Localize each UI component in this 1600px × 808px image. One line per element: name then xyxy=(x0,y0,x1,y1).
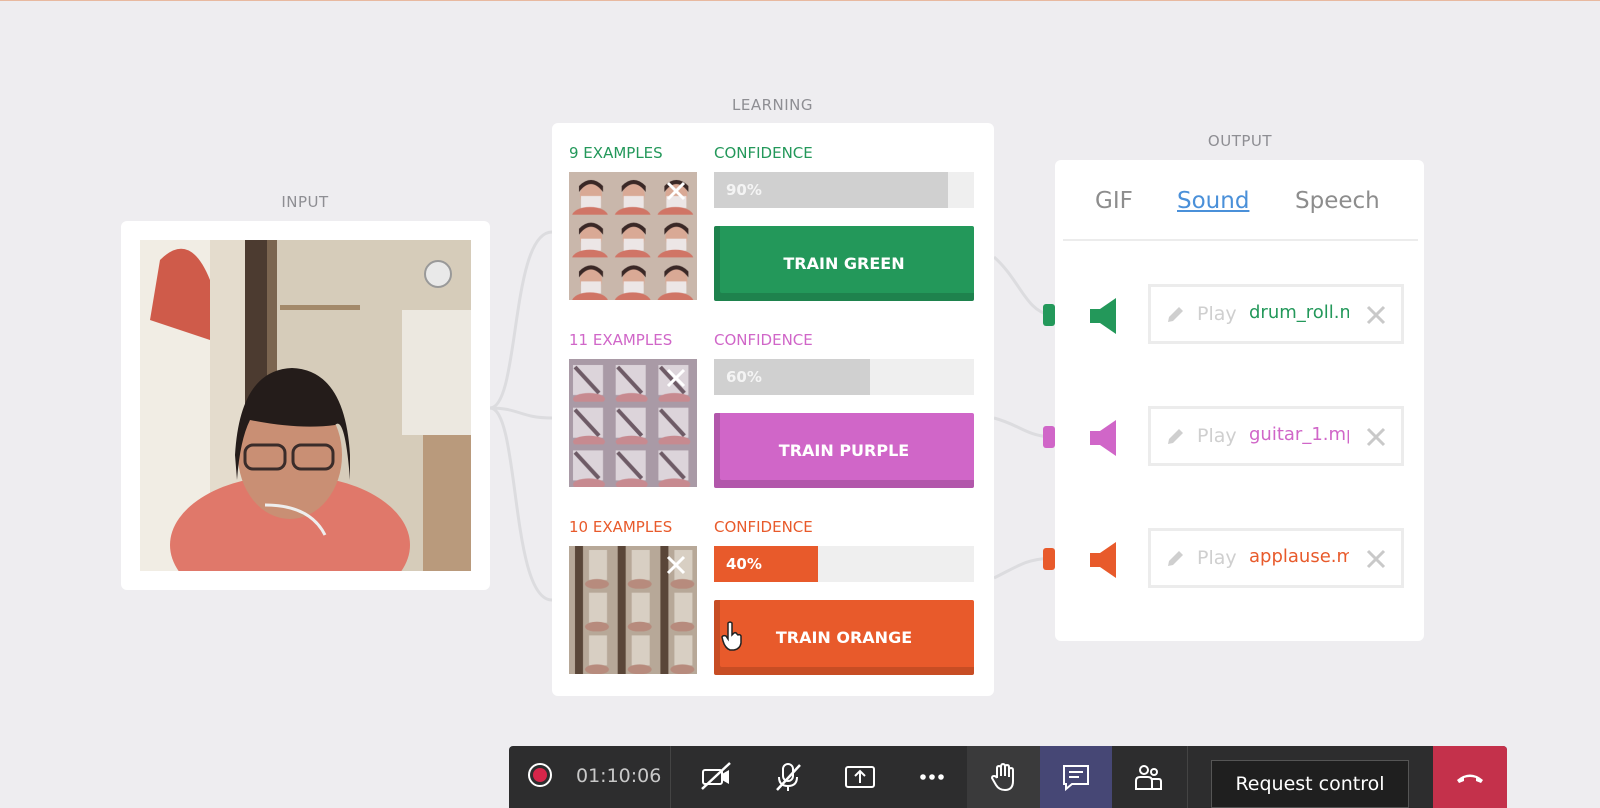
participants-icon[interactable] xyxy=(1130,759,1166,795)
speaker-icon xyxy=(1090,420,1116,456)
example-thumbnails xyxy=(569,172,697,300)
raise-hand-icon[interactable] xyxy=(986,759,1022,795)
confidence-value: 60% xyxy=(726,368,762,386)
connector-plug-green xyxy=(1043,304,1055,326)
sound-row-orange: Play applause.mp3 xyxy=(1055,528,1424,592)
confidence-bar: 40% xyxy=(714,546,974,582)
confidence-value: 90% xyxy=(726,181,762,199)
train-purple-button[interactable]: TRAIN PURPLE xyxy=(714,413,974,488)
example-thumbnails xyxy=(569,359,697,487)
speaker-icon xyxy=(1090,542,1116,578)
sound-filename: guitar_1.mp3 xyxy=(1249,424,1349,445)
confidence-value: 40% xyxy=(726,555,762,573)
play-button[interactable]: Play xyxy=(1197,425,1237,447)
tab-sound[interactable]: Sound xyxy=(1177,188,1249,214)
class-orange: 10 EXAMPLES CONFIDENCE 40% TRAIN ORANGE xyxy=(569,497,979,675)
sound-row-purple: Play guitar_1.mp3 xyxy=(1055,406,1424,470)
output-title: OUTPUT xyxy=(1207,132,1273,150)
tab-divider xyxy=(1063,239,1418,241)
toolbar-divider xyxy=(1187,746,1188,808)
confidence-bar: 90% xyxy=(714,172,974,208)
top-border xyxy=(0,0,1600,1)
request-control-button[interactable]: Request control xyxy=(1211,760,1409,808)
more-icon[interactable] xyxy=(914,759,950,795)
tab-speech[interactable]: Speech xyxy=(1295,188,1380,214)
tab-gif[interactable]: GIF xyxy=(1095,188,1133,214)
record-icon xyxy=(528,763,552,787)
input-card xyxy=(121,221,490,590)
examples-count: 9 EXAMPLES xyxy=(569,144,663,162)
remove-icon[interactable] xyxy=(1365,548,1387,570)
clear-examples-icon[interactable] xyxy=(665,180,687,202)
train-purple-label: TRAIN PURPLE xyxy=(778,441,910,460)
connector-plug-purple xyxy=(1043,426,1055,448)
output-card: GIF Sound Speech Play drum_roll.mp3 Play… xyxy=(1055,160,1424,641)
confidence-label: CONFIDENCE xyxy=(714,331,813,349)
sound-filename: applause.mp3 xyxy=(1249,546,1349,567)
output-tabs: GIF Sound Speech xyxy=(1055,160,1424,241)
clear-examples-icon[interactable] xyxy=(665,367,687,389)
confidence-bar: 60% xyxy=(714,359,974,395)
sound-clip-box: Play applause.mp3 xyxy=(1148,528,1404,588)
speaker-icon xyxy=(1090,298,1116,334)
examples-count: 10 EXAMPLES xyxy=(569,518,673,536)
clear-examples-icon[interactable] xyxy=(665,554,687,576)
train-green-label: TRAIN GREEN xyxy=(783,254,905,273)
learning-card: 9 EXAMPLES CONFIDENCE 90% TRAIN GREEN 11… xyxy=(552,123,994,696)
camera-off-icon[interactable] xyxy=(698,759,734,795)
webcam-feed xyxy=(140,240,471,571)
train-orange-label: TRAIN ORANGE xyxy=(775,628,913,647)
sound-clip-box: Play drum_roll.mp3 xyxy=(1148,284,1404,344)
remove-icon[interactable] xyxy=(1365,304,1387,326)
confidence-label: CONFIDENCE xyxy=(714,518,813,536)
train-orange-button[interactable]: TRAIN ORANGE xyxy=(714,600,974,675)
hang-up-icon xyxy=(1457,774,1483,783)
pencil-icon[interactable] xyxy=(1165,549,1185,569)
class-green: 9 EXAMPLES CONFIDENCE 90% TRAIN GREEN xyxy=(569,123,979,301)
confidence-label: CONFIDENCE xyxy=(714,144,813,162)
connector-plug-orange xyxy=(1043,548,1055,570)
hang-up-button[interactable] xyxy=(1433,746,1507,808)
pencil-icon[interactable] xyxy=(1165,305,1185,325)
remove-icon[interactable] xyxy=(1365,426,1387,448)
class-purple: 11 EXAMPLES CONFIDENCE 60% TRAIN PURPLE xyxy=(569,310,979,488)
share-screen-icon[interactable] xyxy=(842,759,878,795)
play-button[interactable]: Play xyxy=(1197,303,1237,325)
meeting-toolbar: 01:10:06 Request control xyxy=(509,746,1507,808)
mic-off-icon[interactable] xyxy=(770,759,806,795)
examples-count: 11 EXAMPLES xyxy=(569,331,673,349)
pencil-icon[interactable] xyxy=(1165,427,1185,447)
sound-clip-box: Play guitar_1.mp3 xyxy=(1148,406,1404,466)
toolbar-divider xyxy=(670,746,671,808)
play-button[interactable]: Play xyxy=(1197,547,1237,569)
sound-row-green: Play drum_roll.mp3 xyxy=(1055,284,1424,348)
example-thumbnails xyxy=(569,546,697,674)
input-title: INPUT xyxy=(281,193,329,211)
call-timer: 01:10:06 xyxy=(576,765,662,787)
learning-title: LEARNING xyxy=(731,96,813,114)
train-green-button[interactable]: TRAIN GREEN xyxy=(714,226,974,301)
sound-filename: drum_roll.mp3 xyxy=(1249,302,1349,323)
chat-icon[interactable] xyxy=(1058,759,1094,795)
hand-cursor-icon xyxy=(721,621,742,651)
